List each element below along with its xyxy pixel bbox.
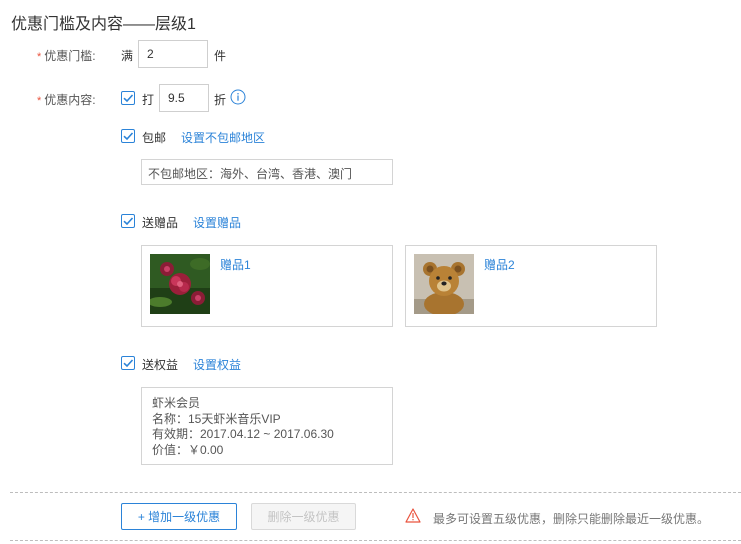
benefit-line: 价值：￥0.00 <box>152 442 224 457</box>
excluded-regions-box: 不包邮地区：海外、台湾、香港、澳门 <box>141 159 393 185</box>
benefit-line: 名称：15天虾米音乐VIP <box>152 411 281 426</box>
gift-name[interactable]: 赠品2 <box>484 256 515 273</box>
gift-card: 赠品1 <box>141 245 393 327</box>
benefit-checkbox[interactable] <box>121 356 135 370</box>
content-label-row: * 优惠内容: <box>37 91 96 108</box>
add-level-button[interactable]: + 增加一级优惠 <box>121 503 237 530</box>
check-icon <box>123 132 134 141</box>
benefit-line: 虾米会员 <box>152 396 201 410</box>
benefit-line: 有效期：2017.04.12 ~ 2017.06.30 <box>152 427 334 441</box>
discount-prefix: 打 <box>142 93 155 107</box>
check-icon <box>123 217 134 226</box>
discount-checkbox[interactable] <box>121 91 135 105</box>
warning-text: 最多可设置五级优惠，删除只能删除最近一级优惠。 <box>433 512 710 526</box>
shipping-checkbox[interactable] <box>121 129 135 143</box>
divider <box>10 540 741 541</box>
info-icon[interactable] <box>230 89 246 108</box>
discount-unit: 折 <box>214 93 227 107</box>
required-mark: * <box>37 95 42 107</box>
divider <box>10 492 741 493</box>
gift-image-teddy-bear <box>414 254 474 314</box>
set-gift-link[interactable]: 设置赠品 <box>193 214 241 231</box>
content-label: 优惠内容: <box>44 93 96 107</box>
threshold-prefix: 满 <box>121 49 134 63</box>
gift-name[interactable]: 赠品1 <box>220 256 251 273</box>
check-icon <box>123 359 134 368</box>
check-icon <box>123 94 134 103</box>
benefit-card: 虾米会员 名称：15天虾米音乐VIP 有效期：2017.04.12 ~ 2017… <box>141 387 393 465</box>
shipping-label: 包邮 <box>142 131 167 145</box>
set-benefit-link[interactable]: 设置权益 <box>193 356 241 373</box>
section-title: 优惠门槛及内容——层级1 <box>11 16 196 33</box>
gift-card: 赠品2 <box>405 245 657 327</box>
threshold-label: 优惠门槛: <box>44 49 96 63</box>
gift-checkbox[interactable] <box>121 214 135 228</box>
gift-label: 送赠品 <box>142 216 179 230</box>
threshold-unit: 件 <box>214 49 227 63</box>
set-excluded-regions-link[interactable]: 设置不包邮地区 <box>181 129 265 146</box>
threshold-label-row: * 优惠门槛: <box>37 47 96 64</box>
delete-level-button[interactable]: 删除一级优惠 <box>251 503 356 530</box>
warning-icon <box>405 508 421 526</box>
benefit-label: 送权益 <box>142 358 179 372</box>
gift-image-flower <box>150 254 210 314</box>
threshold-input[interactable] <box>138 40 208 68</box>
required-mark: * <box>37 51 42 63</box>
discount-input[interactable] <box>159 84 209 112</box>
